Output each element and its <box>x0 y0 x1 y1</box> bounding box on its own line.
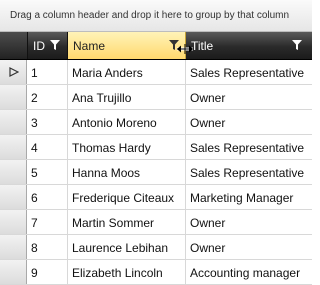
column-header-id[interactable]: ID <box>28 32 68 59</box>
title-cell[interactable]: Owner <box>186 235 312 259</box>
group-panel[interactable]: Drag a column header and drop it here to… <box>0 0 312 32</box>
row-indicator-header <box>0 32 28 59</box>
table-row[interactable]: 3 Antonio Moreno Owner <box>0 110 312 135</box>
table-row[interactable]: 5 Hanna Moos Sales Representative <box>0 160 312 185</box>
id-cell[interactable]: 5 <box>27 160 68 184</box>
title-cell[interactable]: Sales Representative <box>186 60 312 84</box>
table-row[interactable]: 4 Thomas Hardy Sales Representative <box>0 135 312 160</box>
row-indicator[interactable] <box>0 160 27 184</box>
id-cell[interactable]: 2 <box>27 85 68 109</box>
name-cell[interactable]: Laurence Lebihan <box>68 235 186 259</box>
row-indicator[interactable] <box>0 135 27 159</box>
name-cell[interactable]: Ana Trujillo <box>68 85 186 109</box>
column-header-name[interactable]: Name <box>68 32 186 59</box>
row-indicator[interactable] <box>0 185 27 209</box>
filter-icon[interactable] <box>50 40 60 50</box>
name-cell[interactable]: Thomas Hardy <box>68 135 186 159</box>
column-header-title[interactable]: Title <box>186 32 312 59</box>
id-cell[interactable]: 7 <box>27 210 68 234</box>
title-cell[interactable]: Sales Representative <box>186 135 312 159</box>
column-header-name-label: Name <box>73 39 106 53</box>
row-indicator[interactable] <box>0 110 27 134</box>
table-row[interactable]: 8 Laurence Lebihan Owner <box>0 235 312 260</box>
id-cell[interactable]: 4 <box>27 135 68 159</box>
row-indicator[interactable] <box>0 210 27 234</box>
table-row[interactable]: 6 Frederique Citeaux Marketing Manager <box>0 185 312 210</box>
title-cell[interactable]: Sales Representative <box>186 160 312 184</box>
row-indicator[interactable] <box>0 235 27 259</box>
name-cell[interactable]: Hanna Moos <box>68 160 186 184</box>
id-cell[interactable]: 1 <box>27 60 68 84</box>
title-cell[interactable]: Marketing Manager <box>186 185 312 209</box>
table-row[interactable]: 7 Martin Sommer Owner <box>0 210 312 235</box>
name-cell[interactable]: Antonio Moreno <box>68 110 186 134</box>
data-grid: Drag a column header and drop it here to… <box>0 0 312 285</box>
group-panel-hint: Drag a column header and drop it here to… <box>10 10 290 21</box>
title-cell[interactable]: Owner <box>186 110 312 134</box>
table-row[interactable]: 2 Ana Trujillo Owner <box>0 85 312 110</box>
id-cell[interactable]: 3 <box>27 110 68 134</box>
column-header-id-label: ID <box>33 39 45 53</box>
id-cell[interactable]: 9 <box>27 260 68 284</box>
column-header-row: ID Name Title <box>0 32 312 60</box>
row-indicator[interactable] <box>0 260 27 284</box>
title-cell[interactable]: Owner <box>186 210 312 234</box>
name-cell[interactable]: Maria Anders <box>68 60 186 84</box>
name-cell[interactable]: Martin Sommer <box>68 210 186 234</box>
id-cell[interactable]: 6 <box>27 185 68 209</box>
column-header-title-label: Title <box>191 39 214 53</box>
row-indicator[interactable] <box>0 85 27 109</box>
title-cell[interactable]: Accounting manager <box>186 260 312 284</box>
name-cell[interactable]: Elizabeth Lincoln <box>68 260 186 284</box>
table-row[interactable]: 1 Maria Anders Sales Representative <box>0 60 312 85</box>
column-resize-cursor-icon <box>177 44 193 54</box>
name-cell[interactable]: Frederique Citeaux <box>68 185 186 209</box>
table-row[interactable]: 9 Elizabeth Lincoln Accounting manager <box>0 260 312 285</box>
title-cell[interactable]: Owner <box>186 85 312 109</box>
row-indicator[interactable] <box>0 60 27 84</box>
filter-icon[interactable] <box>292 40 302 50</box>
row-arrow-icon <box>9 67 19 77</box>
id-cell[interactable]: 8 <box>27 235 68 259</box>
